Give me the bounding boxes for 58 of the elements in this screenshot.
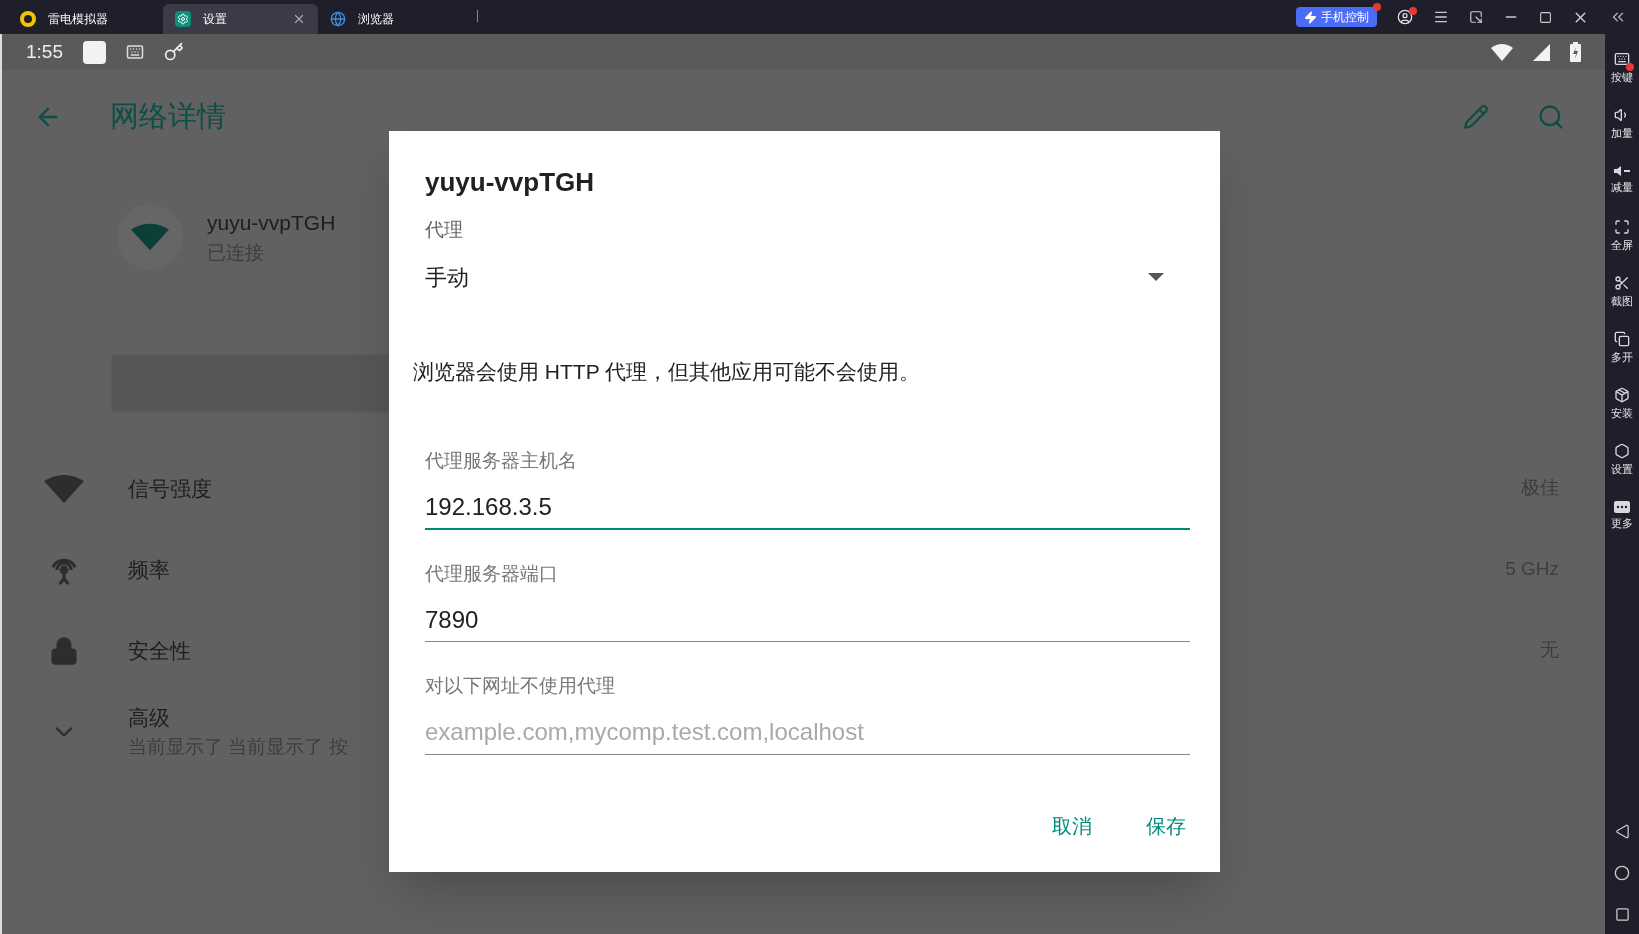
maximize-icon[interactable] [1539,10,1552,24]
page-title: 网络详情 [110,99,226,135]
keyboard-icon [126,43,144,61]
toolbar-item[interactable]: 加量 [1611,96,1633,152]
proxy-label: 代理 [425,218,464,242]
detail-label: 高级 [128,704,170,731]
toolbar-item[interactable]: 设置 [1611,432,1633,488]
input-field[interactable]: 192.168.3.5 [425,485,1190,530]
emulator-tab[interactable]: 设置 [163,4,318,34]
settings-icon [175,11,191,27]
detail-label: 安全性 [128,637,191,664]
detail-label: 频率 [128,556,170,583]
toolbar-item[interactable]: 安装 [1611,376,1633,432]
toolbar-item[interactable]: 全屏 [1611,208,1633,264]
toolbar-item[interactable]: 截图 [1611,264,1633,320]
back-nav-icon[interactable] [1614,824,1630,839]
volume-down-icon [1614,164,1630,177]
dialog-button[interactable]: 保存 [1134,806,1198,846]
toolbar-item[interactable]: 多开 [1611,320,1633,376]
wifi-icon [44,474,84,503]
dropdown-icon [1148,273,1164,281]
copy-icon [1614,330,1630,347]
recents-nav-icon[interactable] [1614,907,1630,922]
input-field[interactable]: 7890 [425,598,1190,642]
globe-icon [330,11,346,27]
emulator-tab[interactable]: 雷电模拟器 [8,4,163,34]
notification-icon [83,40,106,64]
scissors-icon [1614,274,1630,291]
proxy-note: 浏览器会使用 HTTP 代理，但其他应用可能不会使用。 [413,358,922,385]
toolbar-item[interactable]: 按键 [1611,40,1633,96]
fullscreen-icon [1614,218,1630,235]
lock-icon [49,635,79,666]
dialog-title: yuyu-vvpTGH [425,166,596,199]
proxy-dropdown[interactable]: 手动 [425,260,1184,294]
settings-icon [1614,442,1630,459]
home-nav-icon[interactable] [1614,865,1630,881]
package-icon [1614,386,1630,403]
field-label: 代理服务器端口 [425,561,559,586]
dialog-button[interactable]: 取消 [1040,806,1104,846]
more-icon [1614,500,1630,513]
network-name: yuyu-vvpTGH [207,210,336,236]
menu-icon[interactable] [1433,9,1449,25]
field-label: 对以下网址不使用代理 [425,674,616,698]
toolbar-item[interactable]: 减量 [1611,152,1633,208]
battery-icon [1570,42,1581,62]
close-icon[interactable] [292,12,306,26]
field-label: 代理服务器主机名 [425,449,578,473]
window-icon[interactable] [1469,10,1483,24]
logo-icon [20,11,36,27]
toolbar-item[interactable]: 更多 [1611,488,1633,544]
status-time: 1:55 [26,39,63,64]
emulator-tab[interactable]: 浏览器 [318,4,473,34]
cell-signal-icon [1533,43,1550,61]
wifi-icon [1491,43,1513,61]
detail-label: 信号强度 [128,475,212,502]
lightning-icon [1304,10,1317,24]
input-field[interactable]: example.com,mycomp.test.com,localhost [425,710,1190,755]
key-icon [164,42,184,62]
